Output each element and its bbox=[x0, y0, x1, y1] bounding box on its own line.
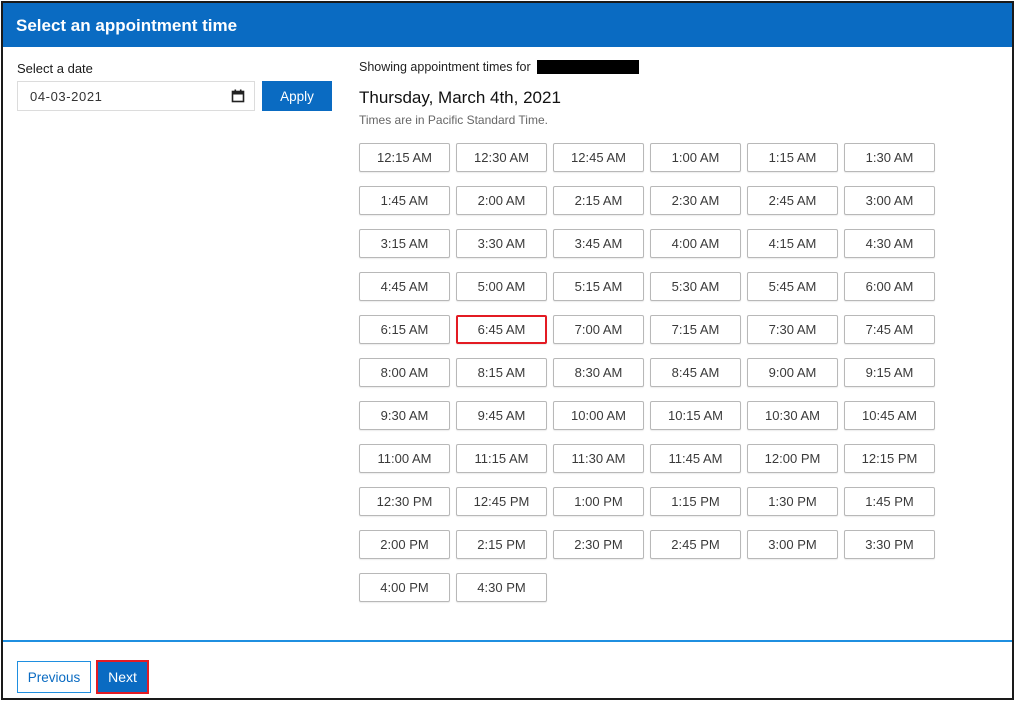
time-slot-button[interactable]: 5:00 AM bbox=[456, 272, 547, 301]
time-slot-button[interactable]: 5:15 AM bbox=[553, 272, 644, 301]
time-slot-button[interactable]: 3:30 PM bbox=[844, 530, 935, 559]
date-label: Select a date bbox=[17, 61, 93, 76]
time-slot-button[interactable]: 3:30 AM bbox=[456, 229, 547, 258]
time-slot-button[interactable]: 6:45 AM bbox=[456, 315, 547, 344]
selected-date-heading: Thursday, March 4th, 2021 bbox=[359, 88, 561, 107]
time-slot-button[interactable]: 9:30 AM bbox=[359, 401, 450, 430]
redacted-name bbox=[536, 60, 639, 74]
time-slot-button[interactable]: 2:00 PM bbox=[359, 530, 450, 559]
time-slot-button[interactable]: 8:45 AM bbox=[650, 358, 741, 387]
time-slot-button[interactable]: 1:15 PM bbox=[650, 487, 741, 516]
time-slot-button[interactable]: 7:45 AM bbox=[844, 315, 935, 344]
time-slot-button[interactable]: 7:00 AM bbox=[553, 315, 644, 344]
time-slot-button[interactable]: 11:45 AM bbox=[650, 444, 741, 473]
time-slot-button[interactable]: 11:00 AM bbox=[359, 444, 450, 473]
time-slot-button[interactable]: 3:15 AM bbox=[359, 229, 450, 258]
time-slot-button[interactable]: 4:45 AM bbox=[359, 272, 450, 301]
time-slot-button[interactable]: 12:00 PM bbox=[747, 444, 838, 473]
time-slot-button[interactable]: 11:15 AM bbox=[456, 444, 547, 473]
previous-button[interactable]: Previous bbox=[17, 661, 91, 693]
time-slot-button[interactable]: 11:30 AM bbox=[553, 444, 644, 473]
time-slot-button[interactable]: 1:30 PM bbox=[747, 487, 838, 516]
time-slot-button[interactable]: 7:15 AM bbox=[650, 315, 741, 344]
showing-line: Showing appointment times for bbox=[359, 60, 639, 74]
time-slot-button[interactable]: 12:45 AM bbox=[553, 143, 644, 172]
time-slot-button[interactable]: 10:15 AM bbox=[650, 401, 741, 430]
time-slot-button[interactable]: 4:15 AM bbox=[747, 229, 838, 258]
time-slot-button[interactable]: 1:15 AM bbox=[747, 143, 838, 172]
time-slot-button[interactable]: 2:15 AM bbox=[553, 186, 644, 215]
time-slot-button[interactable]: 6:00 AM bbox=[844, 272, 935, 301]
showing-text: Showing appointment times for bbox=[359, 60, 531, 74]
time-slot-button[interactable]: 9:45 AM bbox=[456, 401, 547, 430]
time-slot-button[interactable]: 5:30 AM bbox=[650, 272, 741, 301]
time-slot-button[interactable]: 2:30 AM bbox=[650, 186, 741, 215]
time-slot-button[interactable]: 3:00 PM bbox=[747, 530, 838, 559]
apply-button[interactable]: Apply bbox=[262, 81, 332, 111]
time-slot-grid: 12:15 AM 12:30 AM 12:45 AM 1:00 AM 1:15 AM 1:… bbox=[359, 143, 959, 602]
time-slot-button[interactable]: 1:00 AM bbox=[650, 143, 741, 172]
next-button[interactable]: Next bbox=[96, 660, 149, 694]
dialog-title: Select an appointment time bbox=[3, 3, 1012, 47]
time-slot-button[interactable]: 2:45 AM bbox=[747, 186, 838, 215]
time-slot-button[interactable]: 4:30 PM bbox=[456, 573, 547, 602]
timezone-note: Times are in Pacific Standard Time. bbox=[359, 113, 548, 127]
calendar-icon[interactable] bbox=[231, 89, 245, 103]
time-slot-button[interactable]: 1:45 PM bbox=[844, 487, 935, 516]
date-input[interactable]: 04-03-2021 bbox=[17, 81, 255, 111]
footer-divider bbox=[3, 640, 1012, 642]
time-slot-button[interactable]: 7:30 AM bbox=[747, 315, 838, 344]
time-slot-button[interactable]: 12:15 PM bbox=[844, 444, 935, 473]
time-slot-button[interactable]: 2:15 PM bbox=[456, 530, 547, 559]
time-slot-button[interactable]: 4:00 PM bbox=[359, 573, 450, 602]
time-slot-button[interactable]: 1:30 AM bbox=[844, 143, 935, 172]
time-slot-button[interactable]: 1:00 PM bbox=[553, 487, 644, 516]
time-slot-button[interactable]: 10:30 AM bbox=[747, 401, 838, 430]
time-slot-button[interactable]: 9:00 AM bbox=[747, 358, 838, 387]
time-slot-button[interactable]: 4:00 AM bbox=[650, 229, 741, 258]
time-slot-button[interactable]: 12:30 AM bbox=[456, 143, 547, 172]
time-slot-button[interactable]: 12:15 AM bbox=[359, 143, 450, 172]
time-slot-button[interactable]: 5:45 AM bbox=[747, 272, 838, 301]
appointment-dialog: Select an appointment time Select a date… bbox=[1, 1, 1014, 700]
time-slot-button[interactable]: 2:30 PM bbox=[553, 530, 644, 559]
time-slot-button[interactable]: 3:45 AM bbox=[553, 229, 644, 258]
time-slot-button[interactable]: 2:45 PM bbox=[650, 530, 741, 559]
time-slot-button[interactable]: 6:15 AM bbox=[359, 315, 450, 344]
time-slot-button[interactable]: 8:30 AM bbox=[553, 358, 644, 387]
time-slot-button[interactable]: 12:30 PM bbox=[359, 487, 450, 516]
time-slot-button[interactable]: 1:45 AM bbox=[359, 186, 450, 215]
time-slot-button[interactable]: 3:00 AM bbox=[844, 186, 935, 215]
time-slot-button[interactable]: 9:15 AM bbox=[844, 358, 935, 387]
time-slot-button[interactable]: 8:15 AM bbox=[456, 358, 547, 387]
time-slot-button[interactable]: 10:45 AM bbox=[844, 401, 935, 430]
date-value: 04-03-2021 bbox=[30, 88, 103, 104]
time-slot-button[interactable]: 2:00 AM bbox=[456, 186, 547, 215]
time-slot-button[interactable]: 12:45 PM bbox=[456, 487, 547, 516]
time-slot-button[interactable]: 4:30 AM bbox=[844, 229, 935, 258]
time-slot-button[interactable]: 8:00 AM bbox=[359, 358, 450, 387]
time-slot-button[interactable]: 10:00 AM bbox=[553, 401, 644, 430]
